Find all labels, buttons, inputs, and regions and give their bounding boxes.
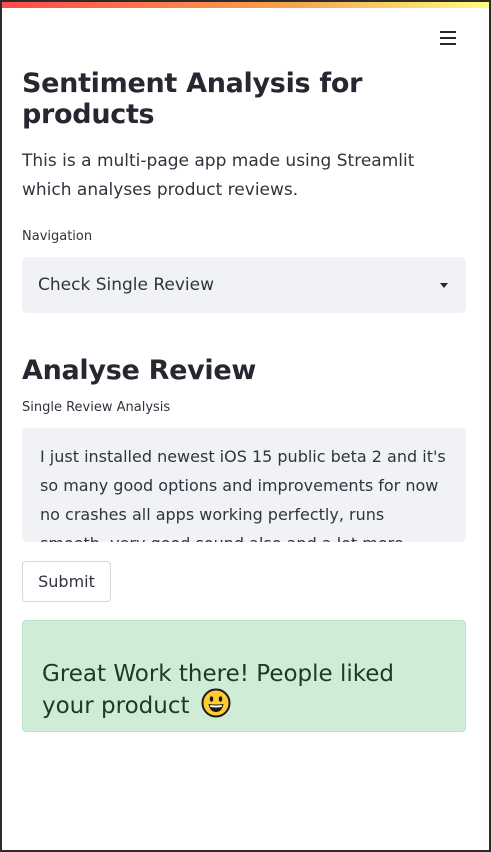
section-heading: Analyse Review [22,355,256,386]
review-textarea[interactable]: I just installed newest iOS 15 public be… [22,428,466,542]
submit-button[interactable]: Submit [22,561,111,602]
chevron-down-icon [440,282,448,288]
main-content: Sentiment Analysis for products This is … [22,68,466,732]
review-input-label: Single Review Analysis [22,400,171,415]
page-description: This is a multi-page app made using Stre… [22,151,415,200]
page-title: Sentiment Analysis for products [22,68,363,130]
grinning-face-icon [201,688,231,718]
decoration-bar [2,2,489,8]
result-alert: Great Work there! People liked your prod… [22,620,466,732]
app-window: Sentiment Analysis for products This is … [0,0,491,852]
navigation-select[interactable]: Check Single Review [22,257,466,313]
navigation-label: Navigation [22,229,93,244]
hamburger-menu-icon[interactable] [438,28,460,48]
navigation-selected-value: Check Single Review [38,275,215,295]
